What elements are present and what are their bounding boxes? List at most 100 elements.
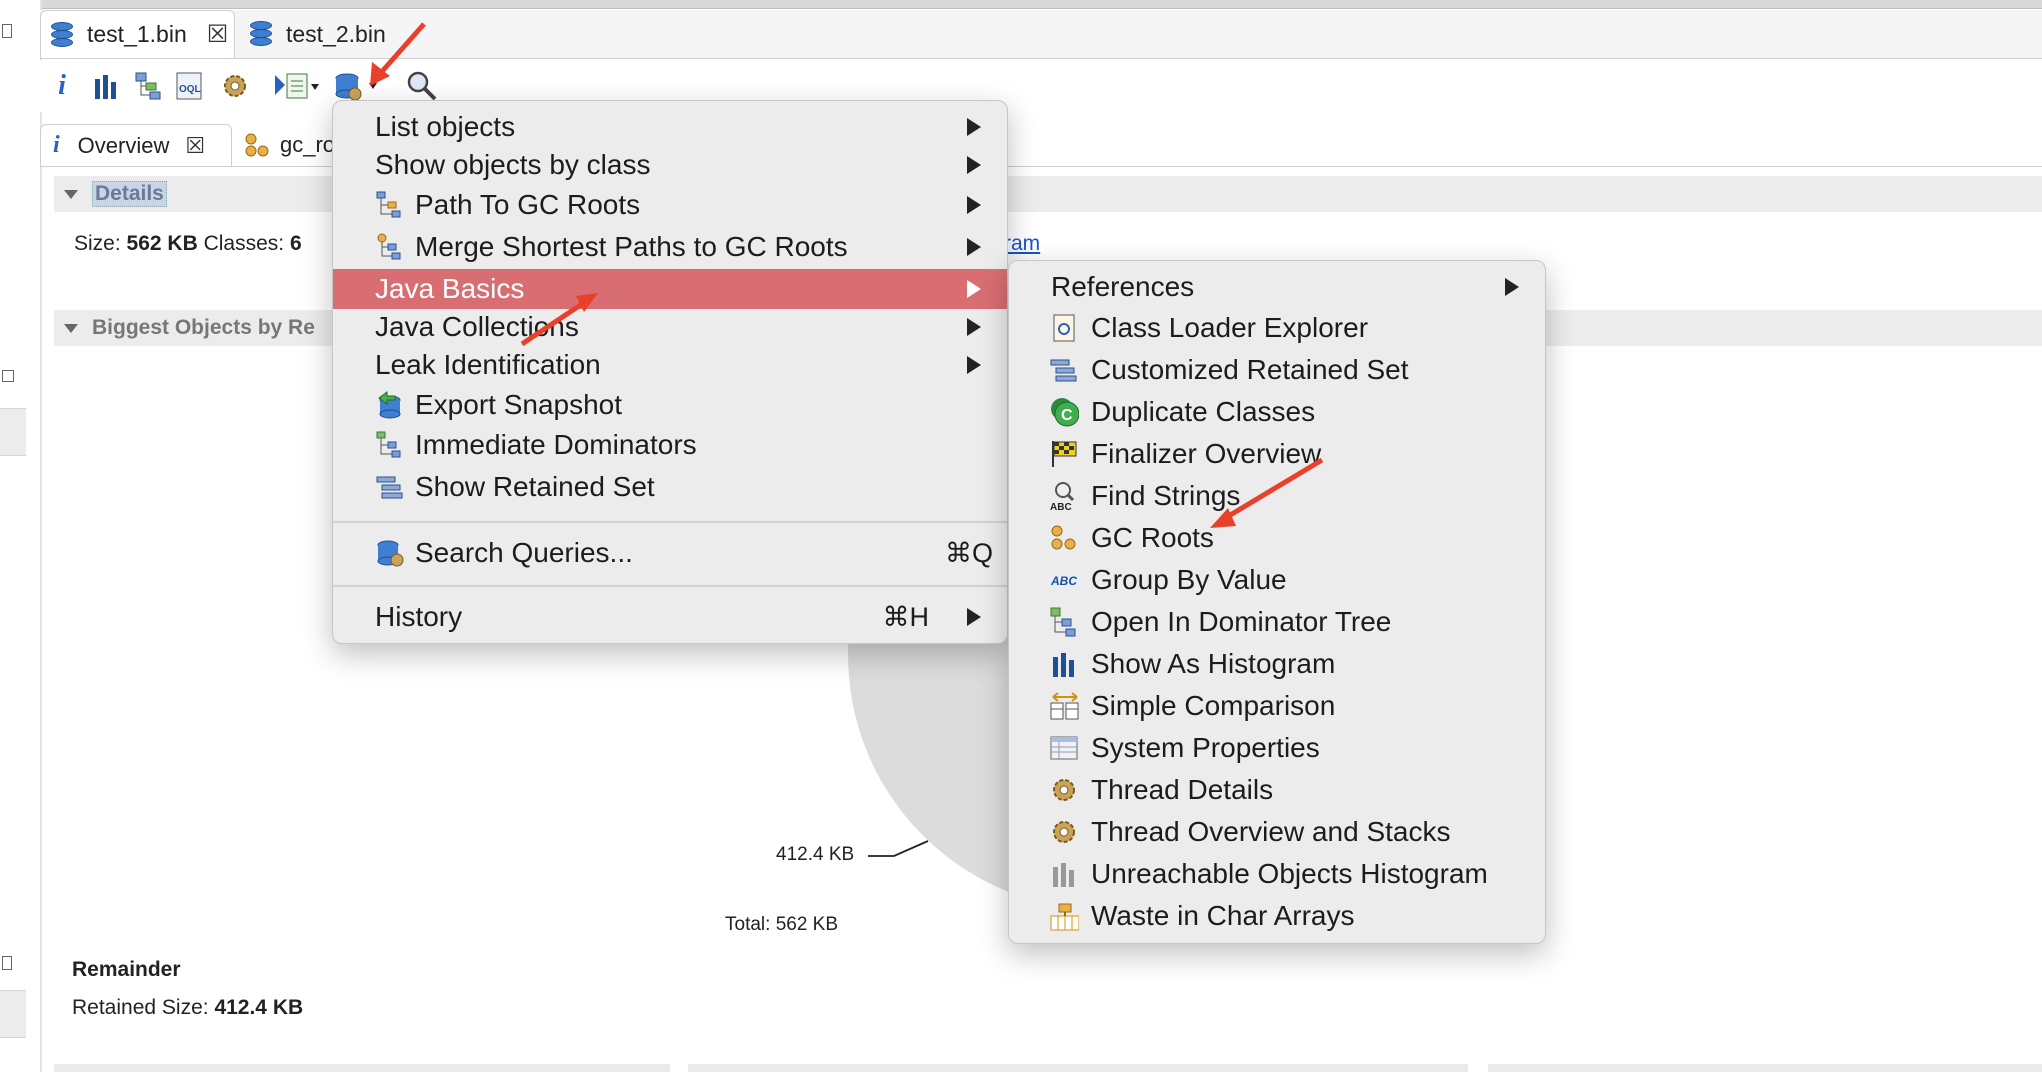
char-arrays-icon <box>1049 901 1079 931</box>
menu-item-label: List objects <box>375 111 516 142</box>
system-properties-icon <box>1049 733 1079 763</box>
submenu-item-system-properties[interactable]: System Properties <box>1009 728 1545 768</box>
details-summary: Size: 562 KB Classes: 6 <box>74 232 302 256</box>
gc-roots-icon <box>245 133 269 157</box>
dominator-tree-icon[interactable] <box>132 68 166 104</box>
retained-set-icon <box>375 472 405 502</box>
info-icon: i <box>53 132 60 158</box>
menu-item-label: Show objects by class <box>375 149 651 180</box>
query-browser-dropdown[interactable] <box>332 68 382 104</box>
bottom-panel-1 <box>54 1064 670 1072</box>
oql-icon[interactable]: OQL <box>174 68 208 104</box>
menu-separator <box>333 585 1007 587</box>
menu-item-label: Thread Overview and Stacks <box>1091 816 1451 847</box>
info-icon[interactable]: i <box>50 68 74 104</box>
heap-dump-icon <box>51 20 73 50</box>
collapse-icon[interactable] <box>64 189 78 199</box>
submenu-item-customized-retained-set[interactable]: Customized Retained Set <box>1009 350 1545 390</box>
dominator-tree-icon <box>1049 607 1079 637</box>
menu-item-label: Show As Histogram <box>1091 648 1336 679</box>
submenu-arrow-icon <box>967 318 981 336</box>
menu-separator <box>333 521 1007 523</box>
panel-shade <box>0 408 26 456</box>
svg-text:ABC: ABC <box>1050 502 1072 512</box>
submenu-item-group-by-value[interactable]: ABC Group By Value <box>1009 560 1545 600</box>
menu-item-java-collections[interactable]: Java Collections <box>333 307 1007 347</box>
menu-item-label: GC Roots <box>1091 522 1214 553</box>
menu-item-label: Group By Value <box>1091 564 1287 595</box>
collapse-icon[interactable] <box>64 323 78 333</box>
submenu-arrow-icon <box>967 118 981 136</box>
menu-item-label: Finalizer Overview <box>1091 438 1322 469</box>
close-icon[interactable]: ☒ <box>207 20 229 49</box>
dominator-icon <box>375 430 405 460</box>
submenu-item-thread-overview[interactable]: Thread Overview and Stacks <box>1009 812 1545 852</box>
submenu-item-waste-in-char-arrays[interactable]: Waste in Char Arrays <box>1009 896 1545 936</box>
submenu-item-unreachable-objects-histogram[interactable]: Unreachable Objects Histogram <box>1009 854 1545 894</box>
submenu-item-references[interactable]: References <box>1009 267 1545 307</box>
size-value: 562 KB <box>126 232 198 255</box>
close-icon[interactable]: ☒ <box>185 133 205 159</box>
duplicate-classes-icon: C <box>1049 397 1079 427</box>
menu-item-label: Class Loader Explorer <box>1091 312 1369 343</box>
menu-item-label: References <box>1051 271 1195 302</box>
menu-item-history[interactable]: History ⌘H <box>333 597 1007 637</box>
panel-restore-icon-2[interactable] <box>2 956 12 970</box>
submenu-item-show-as-histogram[interactable]: Show As Histogram <box>1009 644 1545 684</box>
submenu-item-finalizer-overview[interactable]: Finalizer Overview <box>1009 434 1545 474</box>
editor-tab-test-2[interactable]: test_2.bin <box>240 10 440 58</box>
menu-item-java-basics[interactable]: Java Basics <box>333 269 1007 309</box>
submenu-arrow-icon <box>967 196 981 214</box>
submenu-item-open-in-dominator-tree[interactable]: Open In Dominator Tree <box>1009 602 1545 642</box>
menu-item-path-to-gc-roots[interactable]: Path To GC Roots <box>333 185 1007 225</box>
menu-item-label: Export Snapshot <box>415 389 623 420</box>
editor-tab-label: test_2.bin <box>286 20 386 47</box>
menu-item-label: System Properties <box>1091 732 1320 763</box>
svg-text:C: C <box>1061 407 1073 424</box>
class-loader-icon <box>1049 313 1079 343</box>
thread-details-icon <box>1049 775 1079 805</box>
tab-overview[interactable]: i Overview ☒ <box>40 124 232 166</box>
menu-item-export-snapshot[interactable]: Export Snapshot <box>333 385 1007 425</box>
submenu-item-thread-details[interactable]: Thread Details <box>1009 770 1545 810</box>
details-title: Details <box>92 181 167 207</box>
panel-minimize-icon[interactable] <box>2 370 14 382</box>
classes-value: 6 <box>289 232 302 255</box>
submenu-item-gc-roots[interactable]: GC Roots <box>1009 518 1545 558</box>
menu-item-label: Customized Retained Set <box>1091 354 1409 385</box>
menu-item-merge-shortest-paths[interactable]: Merge Shortest Paths to GC Roots <box>333 227 1007 267</box>
panel-restore-icon[interactable] <box>2 24 12 38</box>
pie-total-label: Total: 562 KB <box>725 914 839 935</box>
menu-item-label: Show Retained Set <box>415 471 655 502</box>
menu-item-label: Merge Shortest Paths to GC Roots <box>415 231 848 262</box>
submenu-arrow-icon <box>967 238 981 256</box>
menu-shortcut: ⌘Q <box>944 537 993 568</box>
menu-item-immediate-dominators[interactable]: Immediate Dominators <box>333 425 1007 465</box>
unreachable-histogram-icon <box>1049 859 1079 889</box>
editor-tab-bar: test_1.bin ☒ test_2.bin <box>40 10 2042 59</box>
menu-item-label: Find Strings <box>1091 480 1241 511</box>
pie-label-leader <box>868 840 929 857</box>
run-report-dropdown[interactable] <box>272 68 322 104</box>
histogram-icon[interactable] <box>90 68 124 104</box>
thread-gear-icon[interactable] <box>218 68 252 104</box>
menu-item-show-retained-set[interactable]: Show Retained Set <box>333 467 1007 507</box>
menu-item-label: Immediate Dominators <box>415 429 697 460</box>
menu-item-show-objects-by-class[interactable]: Show objects by class <box>333 145 1007 185</box>
bottom-panel-3 <box>1488 1064 2042 1072</box>
menu-item-leak-identification[interactable]: Leak Identification <box>333 345 1007 385</box>
histogram-link[interactable]: ram <box>1004 232 1040 256</box>
menu-item-label: Duplicate Classes <box>1091 396 1316 427</box>
submenu-item-simple-comparison[interactable]: Simple Comparison <box>1009 686 1545 726</box>
submenu-arrow-icon <box>967 356 981 374</box>
submenu-item-duplicate-classes[interactable]: C Duplicate Classes <box>1009 392 1545 432</box>
submenu-item-find-strings[interactable]: ABC Find Strings <box>1009 476 1545 516</box>
editor-tab-label: test_1.bin <box>87 21 187 47</box>
tab-overview-label: Overview <box>77 132 170 158</box>
menu-item-label: Open In Dominator Tree <box>1091 606 1392 637</box>
search-icon[interactable] <box>404 68 440 104</box>
submenu-item-class-loader-explorer[interactable]: Class Loader Explorer <box>1009 308 1545 348</box>
menu-item-search-queries[interactable]: Search Queries... ⌘Q <box>333 533 1007 573</box>
menu-item-list-objects[interactable]: List objects <box>333 107 1007 147</box>
editor-tab-test-1[interactable]: test_1.bin ☒ <box>40 10 235 58</box>
